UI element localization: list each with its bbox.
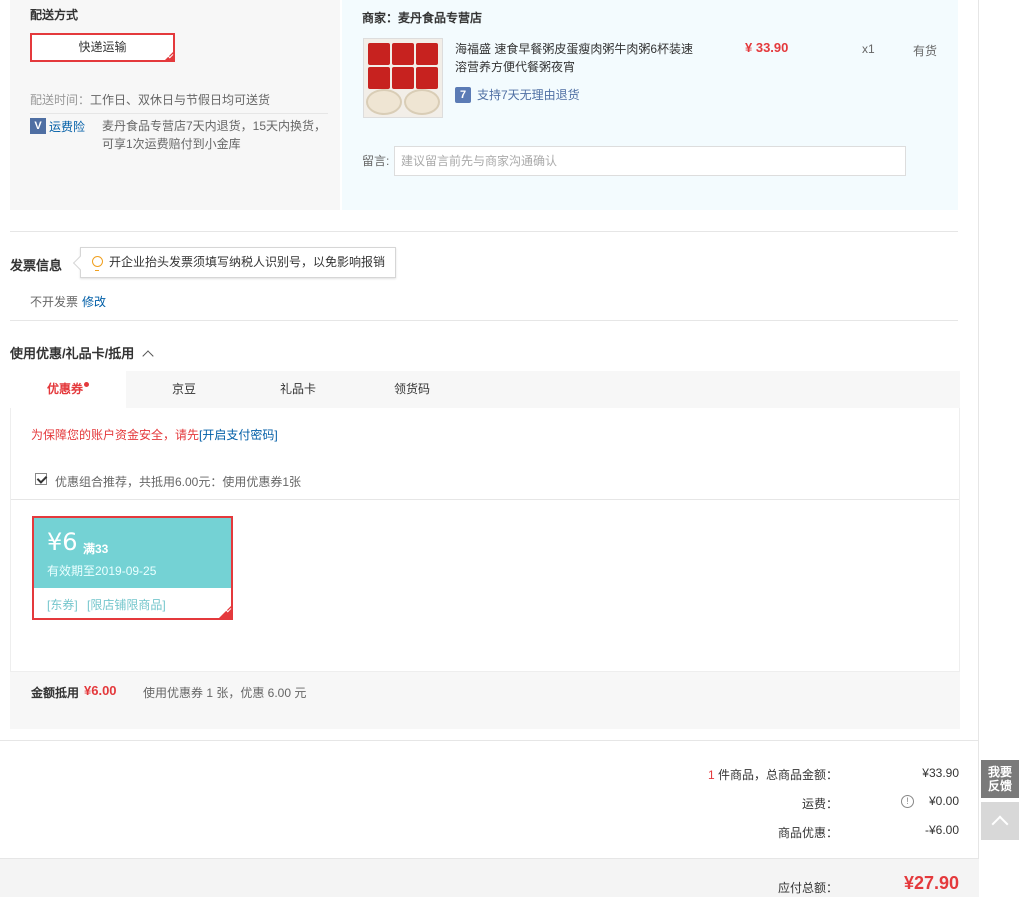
insurance-desc-line2: 可享1次运费赔付到小金库 bbox=[102, 137, 241, 151]
coupon-list-divider bbox=[11, 499, 959, 500]
coupon-condition: 满33 bbox=[83, 542, 109, 556]
item-count-label: 件商品，总商品金额： bbox=[717, 768, 838, 782]
invoice-tip-text: 开企业抬头发票须填写纳税人识别号，以免影响报销 bbox=[109, 255, 386, 269]
product-stock-status: 有货 bbox=[913, 44, 938, 58]
back-to-top-icon[interactable] bbox=[981, 802, 1019, 840]
invoice-status: 不开发票 bbox=[30, 295, 79, 309]
invoice-tooltip: 开企业抬头发票须填写纳税人识别号，以免影响报销 bbox=[80, 247, 396, 278]
remark-label: 留言: bbox=[362, 154, 390, 168]
deduct-label: 金额抵用 bbox=[31, 686, 80, 700]
shipping-insurance-link[interactable]: 运费险 bbox=[49, 118, 85, 135]
coupon-tag-scope: [限店铺限商品] bbox=[87, 598, 166, 612]
insurance-desc-line1: 麦丹食品专营店7天内退货，15天内换货， bbox=[102, 119, 327, 133]
coupon-card-header: ¥6 满33 有效期至2019-09-25 bbox=[34, 518, 231, 588]
return-policy-text: 支持7天无理由退货 bbox=[477, 88, 580, 102]
delivery-time-value: 工作日、双休日与节假日均可送货 bbox=[90, 93, 271, 107]
tab-coupon[interactable]: 优惠券 bbox=[10, 371, 126, 408]
product-thumbnail[interactable] bbox=[363, 38, 443, 118]
tab-pickup-code[interactable]: 领货码 bbox=[354, 371, 470, 408]
combo-recommend-checkbox[interactable] bbox=[35, 473, 47, 485]
remark-input[interactable] bbox=[394, 146, 906, 176]
invoice-title: 发票信息 bbox=[10, 258, 63, 273]
discount-value: -¥6.00 bbox=[924, 823, 959, 837]
coupon-expiry: 有效期至2019-09-25 bbox=[47, 564, 157, 578]
discount-label: 商品优惠： bbox=[777, 826, 838, 840]
invoice-divider-top bbox=[10, 231, 958, 232]
freight-label: 运费： bbox=[801, 797, 838, 811]
lightbulb-icon bbox=[92, 256, 103, 271]
page-border-right bbox=[978, 0, 979, 858]
feedback-label-line1: 我要 bbox=[987, 765, 1012, 779]
tab-jingdou[interactable]: 京豆 bbox=[126, 371, 242, 408]
item-count-row: 1 件商品，总商品金额： bbox=[638, 766, 838, 783]
item-total: ¥33.90 bbox=[922, 766, 959, 780]
discount-section-title: 使用优惠/礼品卡/抵用 bbox=[10, 346, 135, 361]
shipping-title: 配送方式 bbox=[30, 8, 79, 22]
coupon-card[interactable]: ¥6 满33 有效期至2019-09-25 [东券] [限店铺限商品] bbox=[32, 516, 233, 620]
feedback-label-line2: 反馈 bbox=[987, 779, 1012, 793]
product-quantity: x1 bbox=[862, 42, 875, 56]
coupon-selected-check-icon bbox=[217, 604, 233, 620]
seller-name: 商家：麦丹食品专营店 bbox=[362, 11, 483, 25]
invoice-edit-link[interactable]: 修改 bbox=[82, 293, 106, 310]
invoice-divider-bottom bbox=[10, 320, 958, 321]
combo-recommend-text: 优惠组合推荐，共抵用6.00元：使用优惠券1张 bbox=[55, 475, 302, 489]
tab-coupon-label: 优惠券 bbox=[46, 382, 83, 396]
product-name-line1[interactable]: 海福盛 速食早餐粥皮蛋瘦肉粥牛肉粥6杯装速 bbox=[455, 40, 693, 57]
coupon-tag-type: [东券] bbox=[47, 598, 78, 612]
coupon-value: ¥6 bbox=[47, 528, 78, 556]
product-name-line2[interactable]: 溶营养方便代餐粥夜宵 bbox=[455, 58, 575, 75]
express-shipping-option[interactable]: 快递运输 bbox=[30, 33, 175, 62]
seven-day-return-icon: 7 bbox=[455, 87, 471, 103]
tab-gift-card[interactable]: 礼品卡 bbox=[240, 371, 356, 408]
discount-section-toggle[interactable]: 使用优惠/礼品卡/抵用 bbox=[10, 343, 154, 362]
deduct-description: 使用优惠券 1 张，优惠 6.00 元 bbox=[143, 686, 307, 700]
payable-total: ¥27.90 bbox=[903, 873, 959, 893]
item-count: 1 bbox=[707, 768, 715, 782]
deduct-amount: ¥6.00 bbox=[84, 683, 117, 698]
chevron-up-icon bbox=[142, 350, 154, 362]
shipping-divider bbox=[30, 113, 328, 114]
shipping-insurance-icon: V bbox=[30, 118, 46, 134]
payable-label: 应付总额： bbox=[777, 881, 838, 895]
product-price: ¥ 33.90 bbox=[745, 40, 789, 55]
feedback-button[interactable]: 我要 反馈 bbox=[981, 760, 1019, 798]
enable-pay-password-link[interactable]: [开启支付密码] bbox=[199, 428, 278, 442]
delivery-time-label: 配送时间： bbox=[30, 93, 91, 107]
coupon-tags: [东券] [限店铺限商品] bbox=[47, 596, 166, 613]
new-dot-icon bbox=[84, 382, 89, 387]
security-warning: 为保障您的账户资金安全，请先[开启支付密码] bbox=[31, 426, 278, 443]
express-shipping-label: 快递运输 bbox=[78, 40, 127, 54]
summary-divider bbox=[0, 740, 979, 741]
security-warning-text: 为保障您的账户资金安全，请先 bbox=[31, 428, 200, 442]
freight-value: ¥0.00 bbox=[928, 794, 959, 808]
selected-check-icon bbox=[163, 50, 175, 62]
